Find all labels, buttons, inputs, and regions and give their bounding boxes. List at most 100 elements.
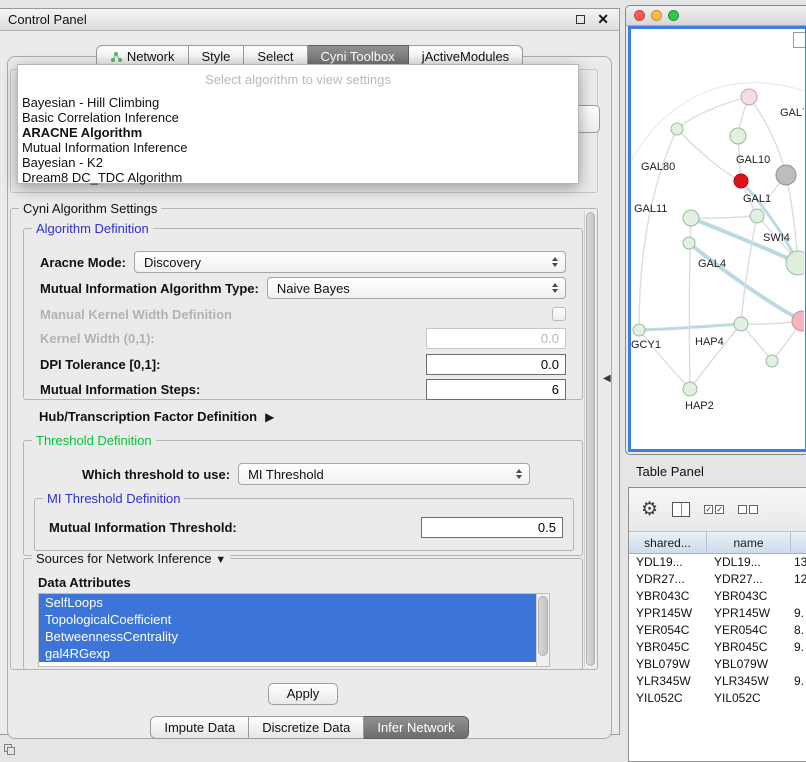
network-node-label: GAL80	[641, 161, 675, 173]
attribute-item-gal4rgexp[interactable]: gal4RGexp	[39, 645, 536, 662]
network-view-window: GAL7GAL80GAL10GAL11GAL1SWI4GAL4GCY1HAP4H…	[625, 5, 806, 455]
network-node	[750, 209, 764, 223]
table-row[interactable]: YBR043CYBR043C	[629, 588, 806, 605]
aracne-mode-select[interactable]: Discovery	[134, 251, 566, 273]
close-icon[interactable]: ✕	[597, 11, 609, 28]
dpi-tolerance-field[interactable]	[426, 354, 566, 375]
algorithm-option-bayesian-hill-climbing[interactable]: Bayesian - Hill Climbing	[18, 95, 578, 110]
apply-button[interactable]: Apply	[268, 683, 338, 705]
table-cell: YBL079W	[629, 656, 707, 673]
algorithm-option-bayesian-k2[interactable]: Bayesian - K2	[18, 155, 578, 170]
table-cell	[791, 656, 806, 673]
control-panel-title: Control Panel	[8, 12, 576, 27]
table-body: YDL19...YDL19...13YDR27...YDR27...12YBR0…	[629, 554, 806, 707]
manual-kernel-width-label: Manual Kernel Width Definition	[40, 307, 232, 322]
unchecked-box-icon	[749, 505, 758, 514]
table-cell: YBR045C	[629, 639, 707, 656]
tab-discretize-data[interactable]: Discretize Data	[249, 716, 364, 739]
table-cell: YPR145W	[707, 605, 791, 622]
mi-steps-field[interactable]	[426, 379, 566, 400]
hub-definition-label: Hub/Transcription Factor Definition	[39, 409, 257, 424]
tab-infer-network[interactable]: Infer Network	[364, 716, 468, 739]
table-row[interactable]: YDL19...YDL19...13	[629, 554, 806, 571]
network-tab-icon	[110, 51, 122, 63]
mi-steps-label: Mutual Information Steps:	[40, 382, 200, 397]
table-row[interactable]: YER054CYER054C8.	[629, 622, 806, 639]
float-window-icon[interactable]	[576, 15, 585, 24]
deselect-all-columns-icon[interactable]	[738, 505, 758, 514]
network-node-label: GAL7	[780, 107, 804, 119]
mi-algorithm-type-select[interactable]: Naive Bayes	[267, 277, 566, 299]
network-node-label: GCY1	[631, 339, 661, 351]
control-panel-window: Control Panel ✕ NetworkStyleSelectCyni T…	[0, 8, 620, 735]
mi-algorithm-type-label: Mutual Information Algorithm Type:	[40, 281, 259, 296]
algorithm-option-basic-correlation-inference[interactable]: Basic Correlation Inference	[18, 110, 578, 125]
manual-kernel-width-checkbox[interactable]	[552, 307, 566, 321]
kernel-width-field[interactable]	[426, 328, 566, 349]
network-edge	[741, 216, 757, 324]
hub-definition-expander[interactable]: Hub/Transcription Factor Definition ▶	[39, 409, 274, 424]
mi-threshold-title: MI Threshold Definition	[43, 491, 184, 506]
algorithm-popup-list: Bayesian - Hill ClimbingBasic Correlatio…	[18, 95, 578, 185]
sources-title[interactable]: Sources for Network Inference ▼	[32, 551, 230, 566]
table-toolbar: ⚙ ✓ ✓	[629, 488, 806, 532]
table-row[interactable]: YBR045CYBR045C9.	[629, 639, 806, 656]
network-edge	[691, 216, 757, 218]
mi-threshold-field[interactable]	[421, 517, 563, 538]
table-cell: YDL19...	[629, 554, 707, 571]
select-all-columns-icon[interactable]: ✓ ✓	[704, 505, 724, 514]
network-node	[730, 128, 746, 144]
algorithm-definition-group: Algorithm Definition Aracne Mode: Discov…	[23, 228, 583, 400]
table-row[interactable]: YLR345WYLR345W9.	[629, 673, 806, 690]
attributes-items: SelfLoopsTopologicalCoefficientBetweenne…	[39, 594, 549, 662]
unchecked-box-icon	[738, 505, 747, 514]
zoom-traffic-light[interactable]	[668, 10, 679, 21]
attributes-scrollbar[interactable]	[536, 594, 549, 666]
threshold-definition-group: Threshold Definition Which threshold to …	[23, 440, 583, 556]
collapse-panel-icon[interactable]: ◀	[603, 373, 611, 384]
which-threshold-select[interactable]: MI Threshold	[238, 463, 530, 485]
algorithm-option-aracne-algorithm[interactable]: ARACNE Algorithm	[18, 125, 578, 140]
table-cell: 9.	[791, 639, 806, 656]
algorithm-option-mutual-information-inference[interactable]: Mutual Information Inference	[18, 140, 578, 155]
table-header: shared... name	[629, 532, 806, 554]
cyni-settings-group: Cyni Algorithm Settings Algorithm Defini…	[10, 208, 598, 670]
table-row[interactable]: YBL079WYBL079W	[629, 656, 806, 673]
network-node	[683, 382, 697, 396]
algorithm-select-popup: Select algorithm to view settings Bayesi…	[17, 64, 579, 184]
table-row[interactable]: YPR145WYPR145W9.	[629, 605, 806, 622]
aracne-mode-value: Discovery	[144, 255, 552, 270]
checked-box-icon: ✓	[715, 505, 724, 514]
table-row[interactable]: YIL052CYIL052C	[629, 690, 806, 707]
network-node-label: GAL10	[736, 154, 770, 166]
show-columns-icon[interactable]	[672, 502, 690, 517]
table-cell: YPR145W	[629, 605, 707, 622]
table-cell: YBR043C	[629, 588, 707, 605]
mi-threshold-group: MI Threshold Definition Mutual Informati…	[34, 498, 574, 551]
sources-group: Sources for Network Inference ▼ Data Att…	[23, 558, 583, 670]
table-cell	[791, 690, 806, 707]
restore-panel-icon[interactable]	[4, 744, 15, 755]
algorithm-definition-title: Algorithm Definition	[32, 221, 153, 236]
table-row[interactable]: YDR27...YDR27...12	[629, 571, 806, 588]
algorithm-option-dream8-dc-tdc-algorithm[interactable]: Dream8 DC_TDC Algorithm	[18, 170, 578, 185]
network-canvas[interactable]: GAL7GAL80GAL10GAL11GAL1SWI4GAL4GCY1HAP4H…	[628, 26, 806, 452]
attribute-item-selfloops[interactable]: SelfLoops	[39, 594, 536, 611]
data-attributes-label: Data Attributes	[38, 575, 131, 590]
gear-icon[interactable]: ⚙	[641, 500, 658, 519]
attribute-item-topologicalcoefficient[interactable]: TopologicalCoefficient	[39, 611, 536, 628]
settings-scrollbar[interactable]	[584, 211, 596, 667]
tab-impute-data[interactable]: Impute Data	[150, 716, 249, 739]
minimize-traffic-light[interactable]	[651, 10, 662, 21]
data-attributes-list: SelfLoopsTopologicalCoefficientBetweenne…	[38, 593, 550, 667]
close-traffic-light[interactable]	[634, 10, 645, 21]
table-cell: YDR27...	[629, 571, 707, 588]
table-cell: YBR043C	[707, 588, 791, 605]
overview-toggle[interactable]	[793, 32, 806, 48]
mi-threshold-label: Mutual Information Threshold:	[49, 520, 237, 535]
table-cell: YBR045C	[707, 639, 791, 656]
column-header-name[interactable]: name	[707, 532, 791, 553]
attribute-item-betweennesscentrality[interactable]: BetweennessCentrality	[39, 628, 536, 645]
column-header-extra[interactable]	[791, 532, 806, 553]
column-header-shared-name[interactable]: shared...	[629, 532, 707, 553]
